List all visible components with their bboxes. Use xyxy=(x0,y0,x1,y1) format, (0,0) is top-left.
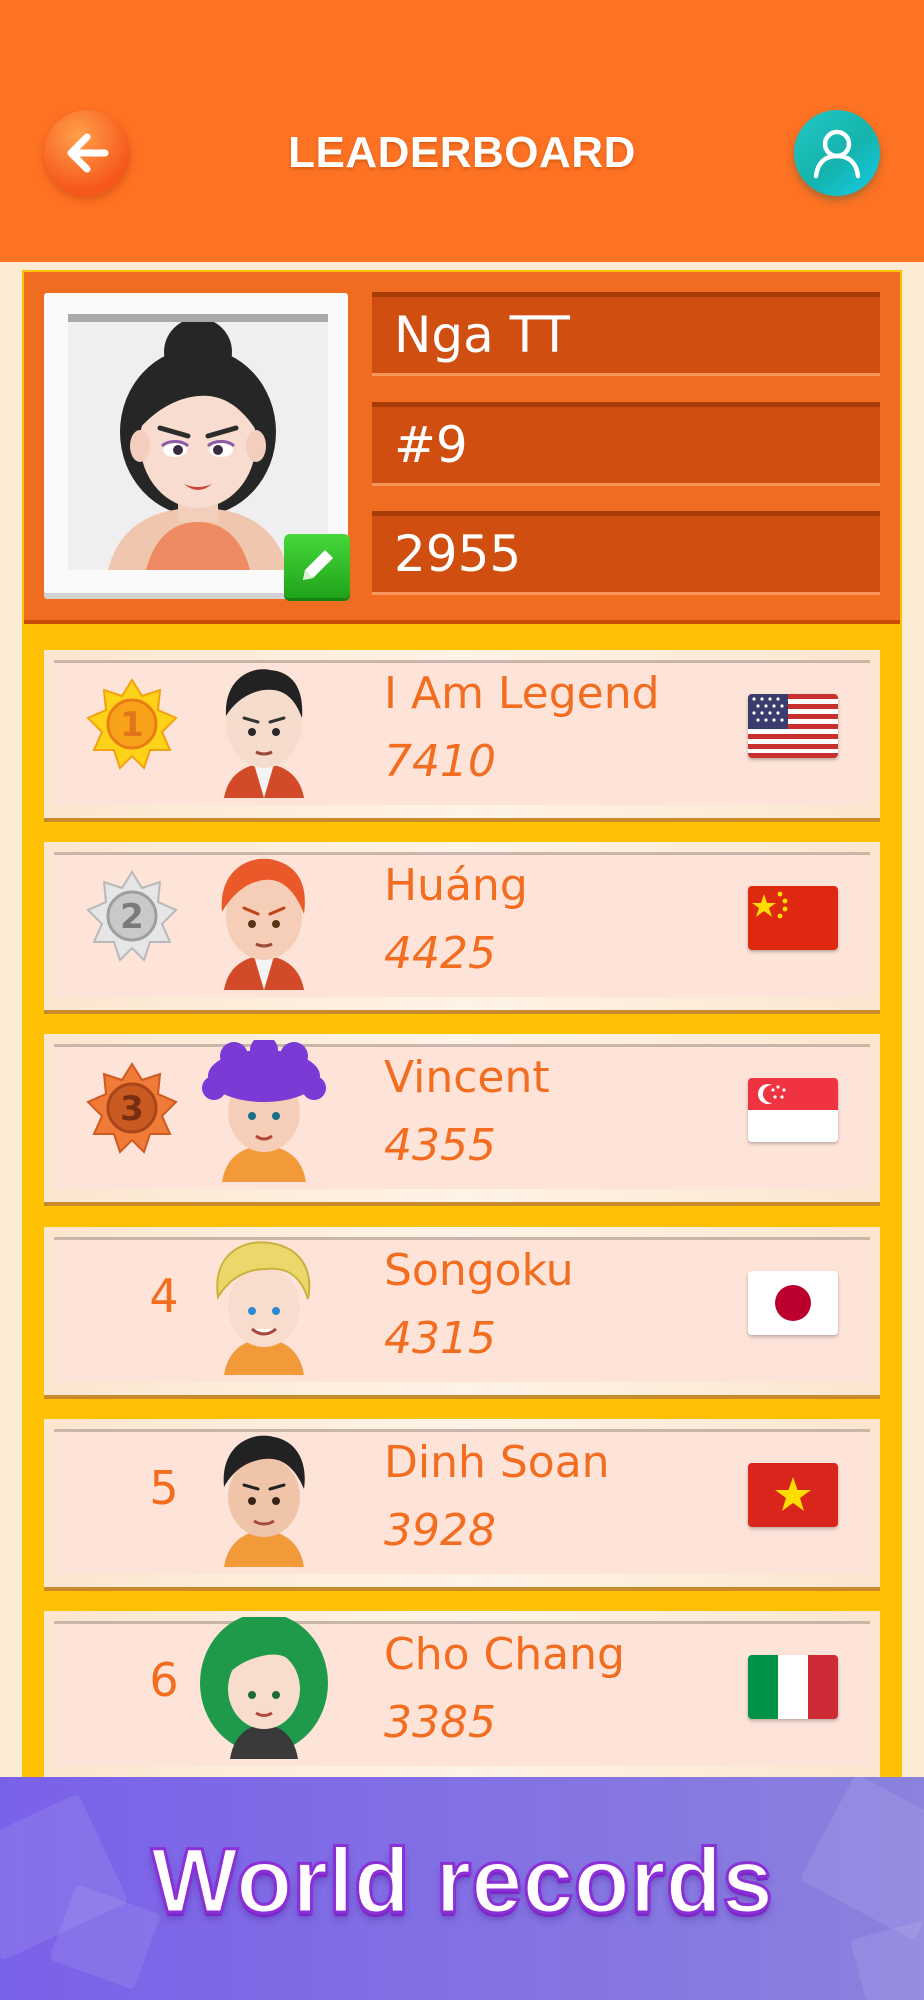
player-avatar xyxy=(194,1040,334,1182)
my-avatar xyxy=(68,314,328,570)
china-flag-icon xyxy=(748,886,838,950)
player-avatar xyxy=(194,848,334,990)
player-avatar xyxy=(194,1617,334,1759)
leaderboard-row[interactable]: 5 Dinh Soan 3928 xyxy=(44,1419,880,1587)
player-score: 4355 xyxy=(384,1120,496,1171)
user-icon xyxy=(813,129,861,179)
player-score: 3928 xyxy=(384,1505,496,1556)
leaderboard-row[interactable]: 3 Vincent 4355 xyxy=(44,1034,880,1202)
player-score: 4425 xyxy=(384,928,496,979)
leaderboard-row[interactable]: 4 Songoku 4315 xyxy=(44,1227,880,1395)
medal-rank-label: 1 xyxy=(120,705,144,745)
gold-medal-icon: 1 xyxy=(86,678,178,770)
leaderboard-row[interactable]: 2 Huáng 4425 xyxy=(44,842,880,1010)
player-avatar xyxy=(194,1425,334,1567)
vietnam-flag-icon xyxy=(748,1463,838,1527)
my-name: Nga TT xyxy=(372,292,880,376)
bronze-medal-icon: 3 xyxy=(86,1062,178,1154)
player-name: Songoku xyxy=(384,1245,574,1296)
italy-flag-icon xyxy=(748,1655,838,1719)
player-avatar xyxy=(194,1233,334,1375)
player-score: 7410 xyxy=(384,736,496,787)
singapore-flag-icon xyxy=(748,1078,838,1142)
edit-avatar-button[interactable] xyxy=(284,534,350,598)
page-title: LEADERBOARD xyxy=(288,128,636,177)
leaderboard-row[interactable]: 1 I Am Legend 7410 xyxy=(44,650,880,818)
medal-rank-label: 3 xyxy=(120,1089,144,1129)
my-rank: #9 xyxy=(372,402,880,486)
medal-rank-label: 2 xyxy=(120,897,144,937)
player-score: 4315 xyxy=(384,1313,496,1364)
player-avatar xyxy=(194,656,334,798)
pencil-icon xyxy=(303,550,333,580)
player-score: 3385 xyxy=(384,1697,496,1748)
profile-button[interactable] xyxy=(794,110,880,196)
banner-title: World records xyxy=(150,1829,775,1934)
player-name: Cho Chang xyxy=(384,1629,625,1680)
promo-banner: World records xyxy=(0,1777,924,2000)
my-score: 2955 xyxy=(372,511,880,595)
us-flag-icon xyxy=(748,694,838,758)
player-name: Dinh Soan xyxy=(384,1437,610,1488)
japan-flag-icon xyxy=(748,1271,838,1335)
silver-medal-icon: 2 xyxy=(86,870,178,962)
player-name: I Am Legend xyxy=(384,668,660,719)
leaderboard-row[interactable]: 6 Cho Chang 3385 xyxy=(44,1611,880,1779)
player-name: Vincent xyxy=(384,1052,550,1103)
player-name: Huáng xyxy=(384,860,528,911)
